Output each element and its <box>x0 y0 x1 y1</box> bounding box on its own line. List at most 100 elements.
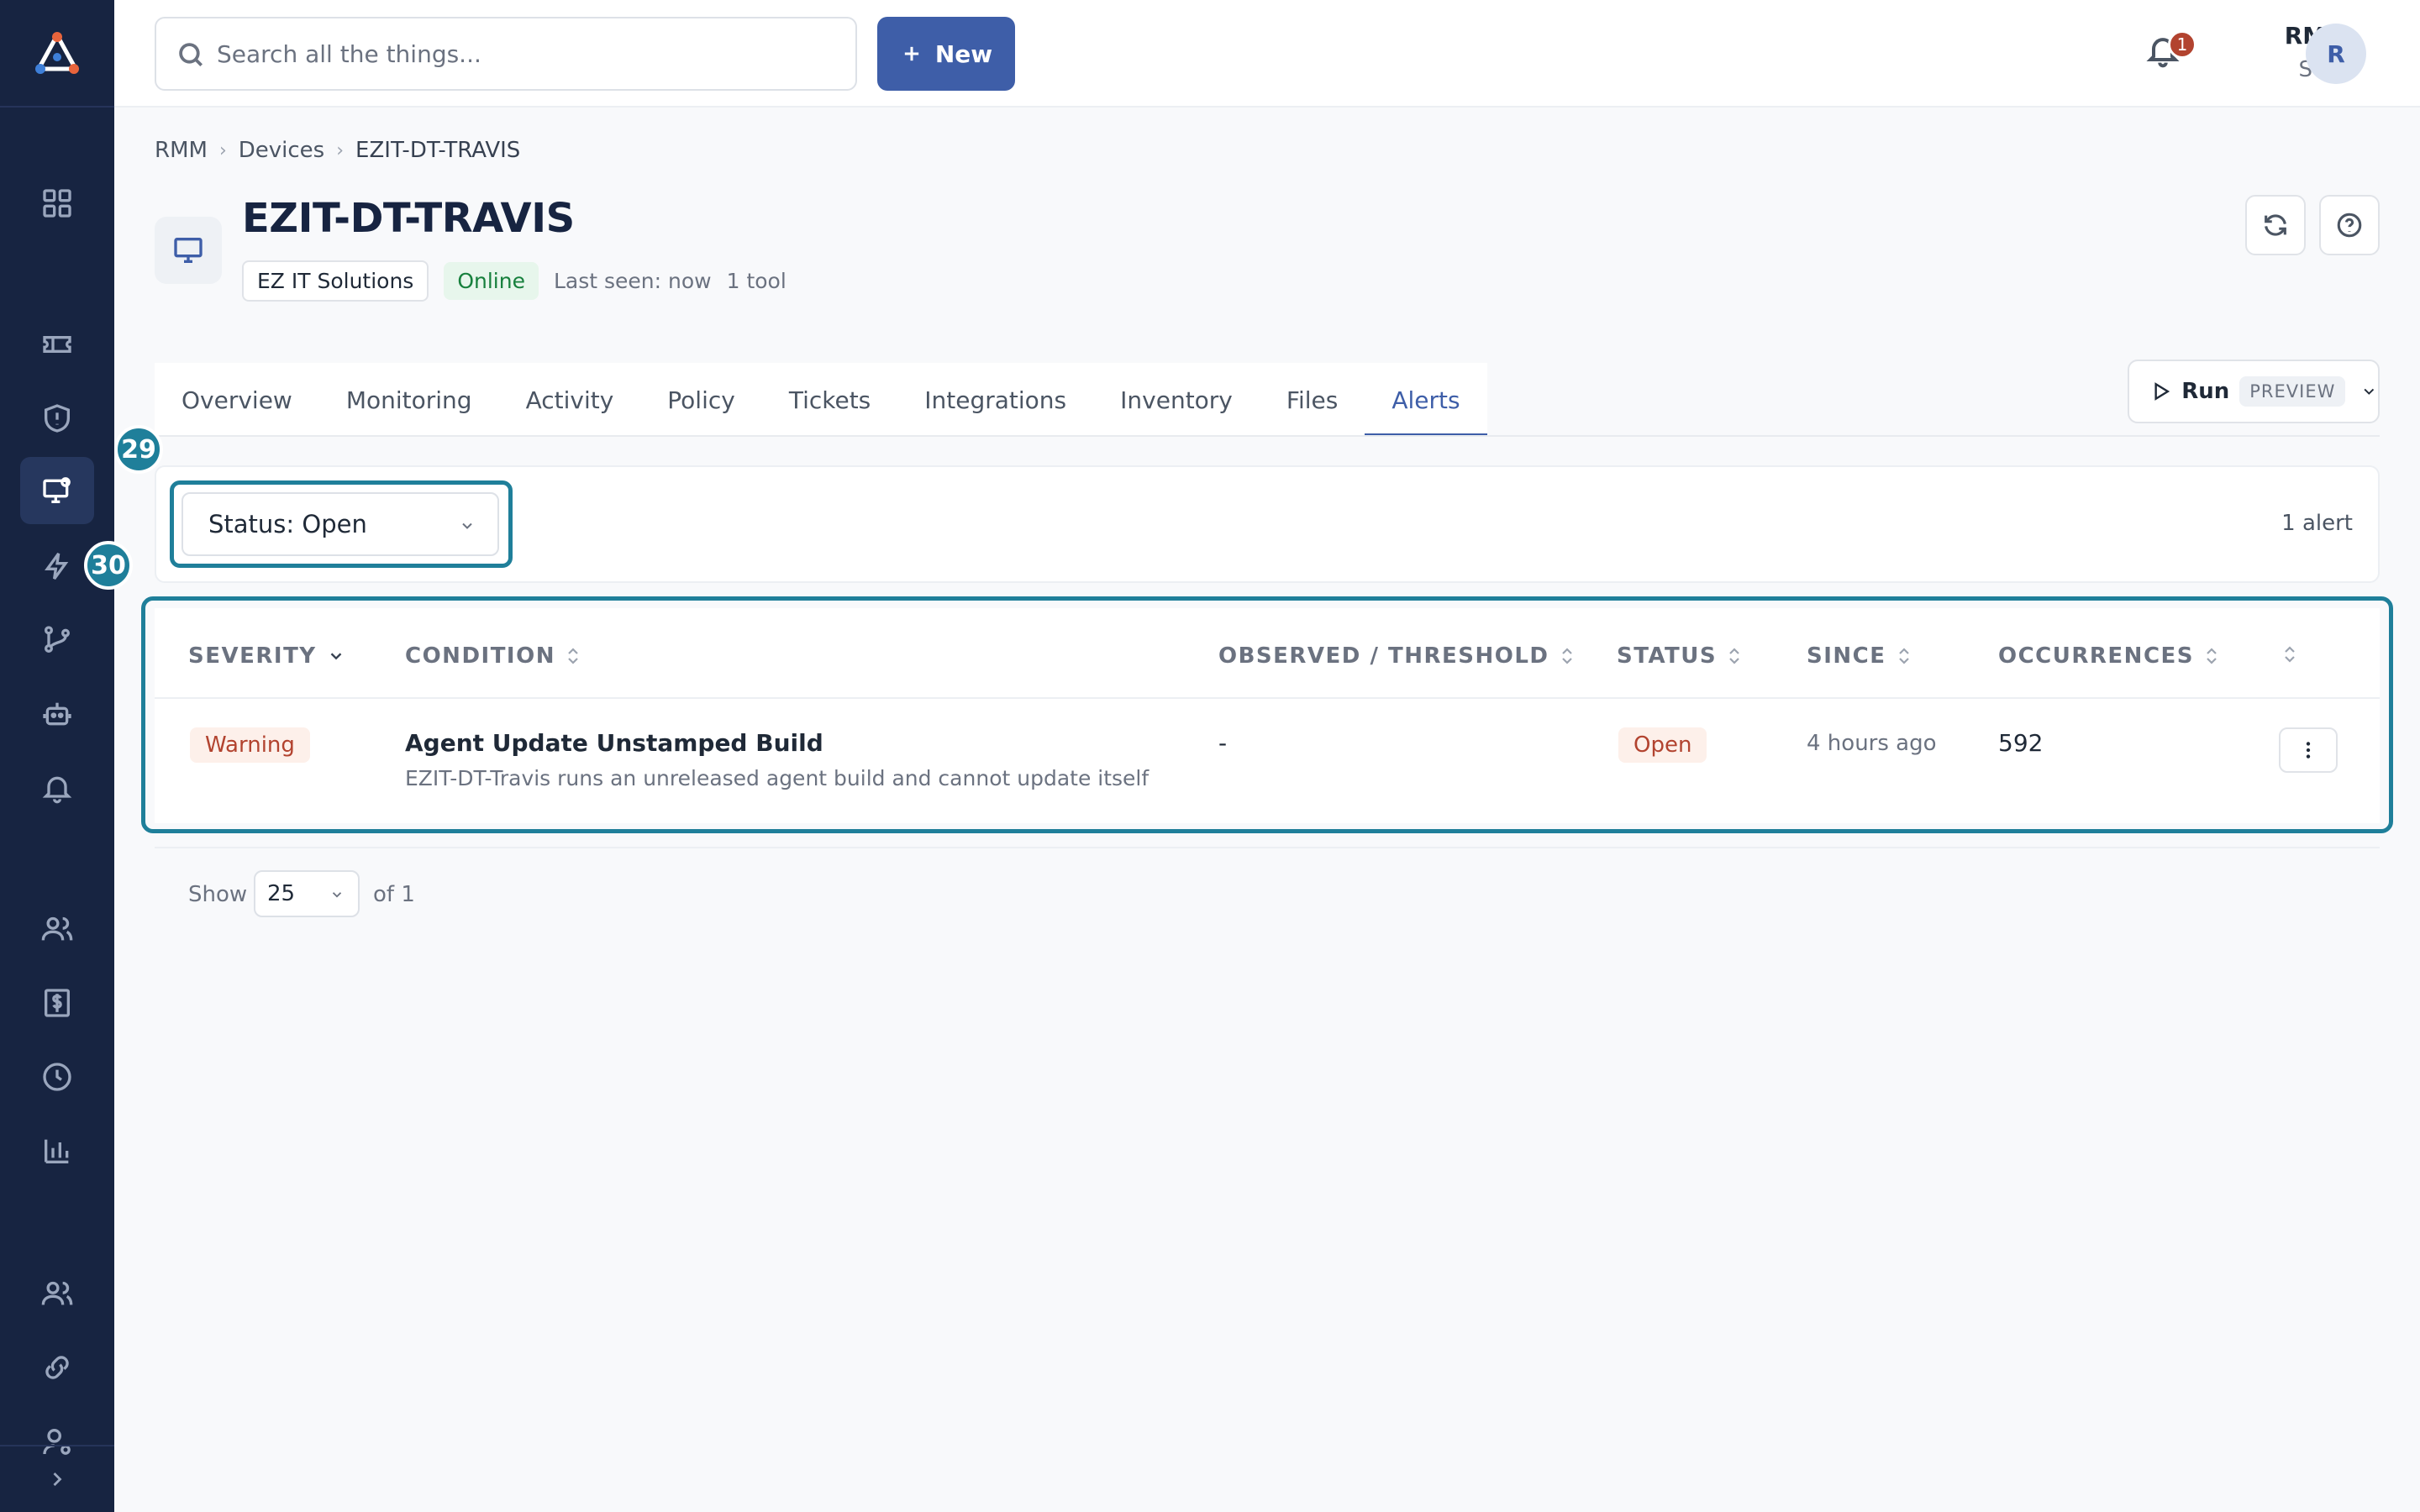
column-header-label: OCCURRENCES <box>1998 643 2195 669</box>
logo-area <box>0 0 114 108</box>
chevron-down-icon <box>332 892 342 898</box>
help-button[interactable] <box>2319 195 2380 255</box>
refresh-icon <box>2265 214 2286 236</box>
tab-tickets[interactable]: Tickets <box>761 363 898 437</box>
tabs-divider <box>155 435 2380 437</box>
notification-count-badge: 1 <box>2168 30 2196 59</box>
billing-icon[interactable] <box>37 983 77 1023</box>
topbar: New 1 RMM Staff R <box>114 0 2420 108</box>
column-header-observed-threshold[interactable]: OBSERVED / THRESHOLD <box>1218 643 1575 669</box>
chevron-down-icon <box>462 522 472 529</box>
monitor-icon <box>174 238 203 263</box>
column-header-condition[interactable]: CONDITION <box>405 643 581 669</box>
avatar[interactable]: R <box>2306 24 2366 84</box>
tab-policy[interactable]: Policy <box>640 363 762 437</box>
contacts-icon[interactable] <box>37 1273 77 1314</box>
refresh-button[interactable] <box>2245 195 2306 255</box>
dashboard-icon[interactable] <box>37 183 77 223</box>
new-button-label: New <box>934 39 993 68</box>
chevron-right-icon <box>53 1473 62 1486</box>
tab-files[interactable]: Files <box>1259 363 1365 437</box>
app-logo-icon[interactable] <box>34 30 81 77</box>
ticket-icon[interactable] <box>37 324 77 365</box>
column-header-label: STATUS <box>1617 643 1718 669</box>
tab-inventory[interactable]: Inventory <box>1093 363 1260 437</box>
sort-icon <box>2207 648 2217 664</box>
annotation-marker-30: 30 <box>84 541 133 590</box>
tab-integrations[interactable]: Integrations <box>897 363 1094 437</box>
column-header-occurrences[interactable]: OCCURRENCES <box>1998 643 2219 669</box>
lightning-icon[interactable] <box>37 546 77 586</box>
notifications-button[interactable]: 1 <box>2144 30 2196 79</box>
tab-activity[interactable]: Activity <box>498 363 641 437</box>
chevron-down-icon <box>330 653 341 660</box>
git-branch-icon[interactable] <box>37 620 77 660</box>
reports-icon[interactable] <box>37 1131 77 1171</box>
column-header-label: CONDITION <box>405 643 555 669</box>
shield-icon[interactable] <box>37 398 77 438</box>
breadcrumb-current: EZIT-DT-TRAVIS <box>355 138 521 163</box>
run-button[interactable]: Run PREVIEW <box>2128 360 2380 423</box>
chevron-right-icon: › <box>218 139 227 161</box>
link-icon[interactable] <box>37 1347 77 1388</box>
run-button-label: Run <box>2181 379 2230 404</box>
show-label: Show <box>188 882 248 907</box>
occurrences-value: 592 <box>1998 729 2044 757</box>
sidebar <box>0 0 114 1512</box>
search-input[interactable] <box>217 39 805 68</box>
sort-icon <box>1729 648 1739 664</box>
help-icon <box>2337 213 2362 238</box>
sort-icon <box>1561 648 1572 664</box>
column-header-label: SEVERITY <box>188 643 317 669</box>
alert-count: 1 alert <box>2281 511 2353 536</box>
sidebar-expand-button[interactable] <box>0 1445 114 1512</box>
breadcrumb-devices[interactable]: Devices <box>239 138 324 163</box>
observed-threshold-value: - <box>1218 729 1228 757</box>
tab-overview[interactable]: Overview <box>155 363 319 437</box>
sort-icon <box>2285 646 2295 663</box>
column-header-label: OBSERVED / THRESHOLD <box>1218 643 1549 669</box>
clock-icon[interactable] <box>37 1057 77 1097</box>
play-icon <box>2154 382 2170 401</box>
page-title: EZIT-DT-TRAVIS <box>242 195 575 242</box>
tools-count: 1 tool <box>726 269 786 293</box>
severity-badge: Warning <box>190 727 310 763</box>
preview-badge: PREVIEW <box>2239 376 2346 407</box>
column-header-status[interactable]: STATUS <box>1617 643 1742 669</box>
last-seen-text: Last seen: now <box>553 269 712 293</box>
chevron-down-icon[interactable] <box>2360 382 2378 401</box>
column-header-actions[interactable] <box>2282 643 2297 665</box>
device-meta: EZ IT Solutions Online Last seen: now 1 … <box>242 260 786 302</box>
since-value: 4 hours ago <box>1807 731 1937 756</box>
highlight-frame-table <box>141 596 2393 833</box>
bell-icon[interactable] <box>37 768 77 808</box>
status-badge: Online <box>444 262 539 300</box>
column-header-severity[interactable]: SEVERITY <box>188 643 345 669</box>
new-button[interactable]: New <box>877 17 1015 91</box>
page-size-select[interactable]: 25 <box>254 870 360 917</box>
status-filter-value: Status: Open <box>208 510 367 538</box>
breadcrumb-rmm[interactable]: RMM <box>155 138 208 163</box>
tab-monitoring[interactable]: Monitoring <box>318 363 499 437</box>
column-header-since[interactable]: SINCE <box>1807 643 1912 669</box>
chevron-right-icon: › <box>336 139 345 161</box>
more-vertical-icon <box>2306 742 2311 759</box>
search-box[interactable] <box>155 17 857 91</box>
users-icon[interactable] <box>37 909 77 949</box>
row-actions-button[interactable] <box>2279 727 2338 773</box>
condition-title[interactable]: Agent Update Unstamped Build <box>405 729 823 757</box>
status-filter-select[interactable]: Status: Open <box>182 492 499 556</box>
robot-icon[interactable] <box>37 694 77 734</box>
header-divider <box>155 697 2380 699</box>
search-icon <box>179 43 203 67</box>
breadcrumb: RMM › Devices › EZIT-DT-TRAVIS <box>155 138 520 163</box>
sort-icon <box>568 648 578 664</box>
organization-chip[interactable]: EZ IT Solutions <box>242 260 429 302</box>
device-type-icon <box>155 217 222 284</box>
page-total-label: of 1 <box>373 882 415 907</box>
sort-icon <box>1898 648 1909 664</box>
device-tabs: Overview Monitoring Activity Policy Tick… <box>155 363 1487 437</box>
tab-alerts[interactable]: Alerts <box>1365 363 1487 437</box>
condition-description: EZIT-DT-Travis runs an unreleased agent … <box>405 766 1150 790</box>
rmm-devices-icon[interactable] <box>20 457 94 524</box>
